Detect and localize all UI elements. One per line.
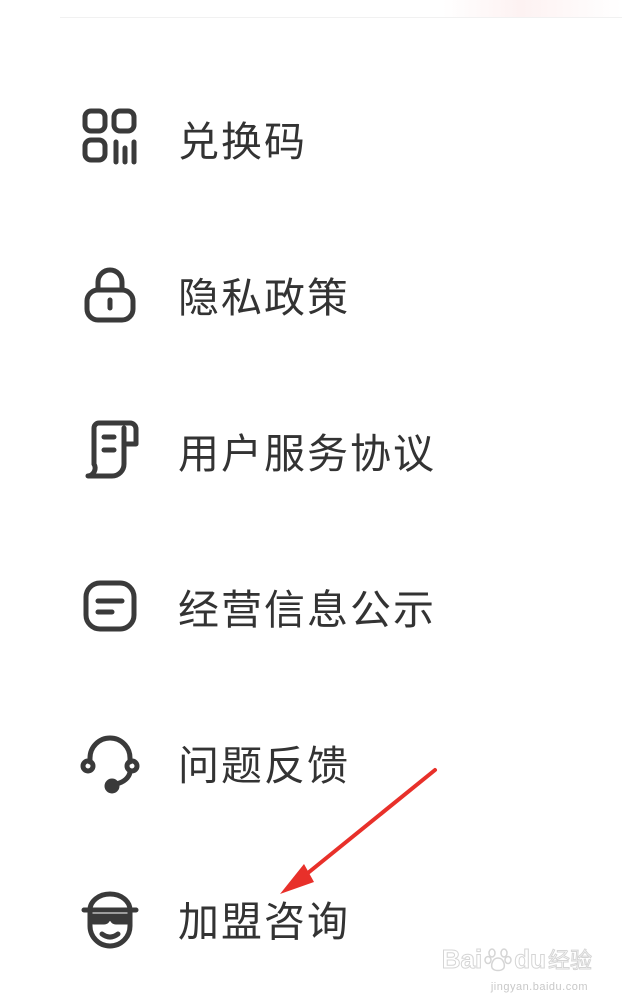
menu-item-label: 经营信息公示 [178, 586, 436, 634]
menu-item-privacy-policy[interactable]: 隐私政策 [0, 234, 622, 354]
menu-item-label: 兑换码 [178, 118, 307, 166]
watermark-brand-cn: 经验 [547, 949, 592, 975]
document-scroll-icon [78, 418, 142, 482]
qr-code-icon [78, 106, 142, 170]
baidu-paw-icon [484, 948, 512, 972]
menu-item-user-agreement[interactable]: 用户服务协议 [0, 390, 622, 510]
menu-item-redeem-code[interactable]: 兑换码 [0, 78, 622, 198]
notice-box-icon [78, 574, 142, 638]
baidu-jingyan-watermark: Bai du 经验 [441, 943, 592, 975]
menu-item-label: 隐私政策 [178, 274, 350, 322]
top-bar [60, 0, 622, 18]
menu-item-label: 用户服务协议 [178, 430, 436, 478]
menu-item-label: 加盟咨询 [178, 898, 350, 946]
watermark-brand-left: Bai [441, 943, 483, 974]
watermark-domain: jingyan.baidu.com [490, 981, 588, 993]
menu-item-business-info[interactable]: 经营信息公示 [0, 546, 622, 666]
headset-icon [78, 730, 142, 794]
lock-icon [78, 262, 142, 326]
person-glasses-icon [78, 886, 142, 950]
menu-item-feedback[interactable]: 问题反馈 [0, 702, 622, 822]
watermark-brand-right: du [514, 943, 547, 974]
menu-item-label: 问题反馈 [178, 742, 350, 790]
